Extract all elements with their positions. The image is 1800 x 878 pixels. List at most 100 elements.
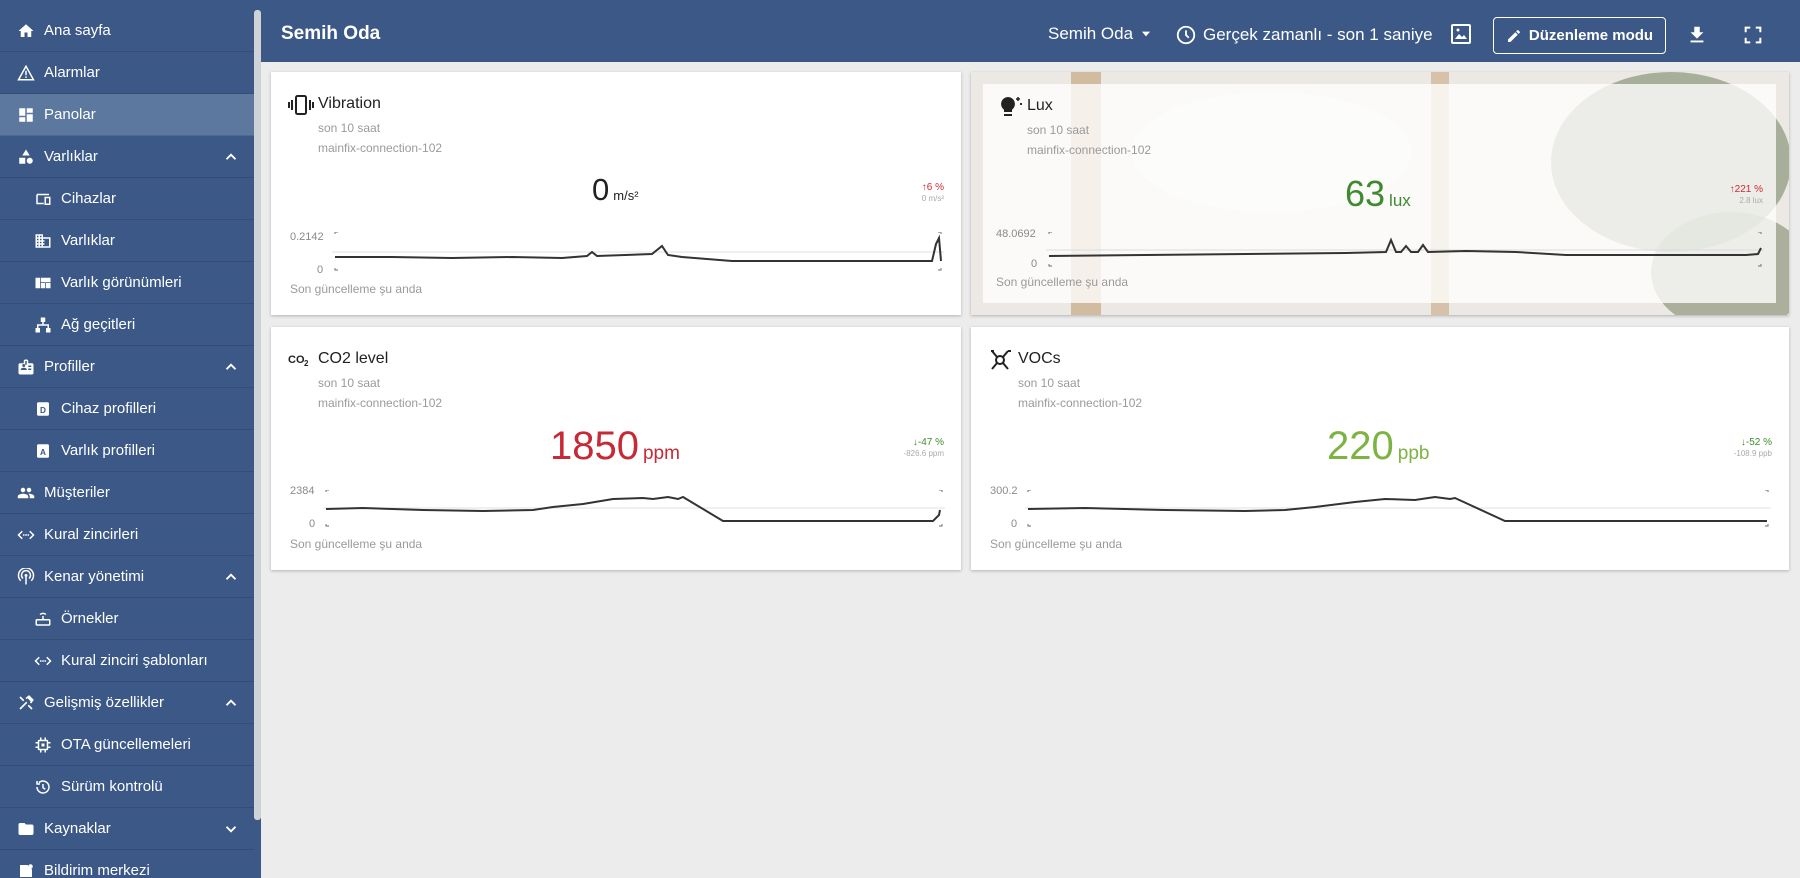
widget-value: 220 ppb: [1327, 424, 1429, 469]
chevron-up-icon[interactable]: [222, 694, 240, 712]
asset-profile-icon: A: [34, 442, 52, 460]
widget-device: mainfix-connection-102: [318, 396, 443, 410]
delta-percent: ↓-47 %: [904, 437, 944, 448]
value-number: 1850: [550, 424, 639, 468]
notification-icon: [17, 862, 35, 878]
sidebar-item-label: Varlık profilleri: [61, 442, 155, 459]
widget-co2[interactable]: CO 2 CO2 level son 10 saat mainfix-connec…: [271, 327, 961, 570]
sidebar-item-rule-chain-templates[interactable]: Kural zinciri şablonları: [0, 640, 254, 682]
sidebar-item-label: Ana sayfa: [44, 22, 111, 39]
router-icon: [34, 610, 52, 628]
sidebar-item-profiles[interactable]: Profiller: [0, 346, 254, 388]
sidebar-item-label: Bildirim merkezi: [44, 862, 150, 878]
chart-y-max: 48.0692: [996, 228, 1036, 240]
sidebar-item-home[interactable]: Ana sayfa: [0, 10, 254, 52]
history-icon: [34, 778, 52, 796]
widget-device: mainfix-connection-102: [318, 141, 443, 155]
widget-delta: ↑221 % 2.8 lux: [1730, 184, 1763, 206]
download-icon[interactable]: [1686, 24, 1708, 46]
dropdown-arrow-icon: [1141, 31, 1151, 37]
sidebar-item-asset-profiles[interactable]: A Varlık profilleri: [0, 430, 254, 472]
code-arrows-icon: [34, 652, 52, 670]
domain-icon: [34, 232, 52, 250]
value-unit: lux: [1389, 191, 1411, 210]
widget-vibration[interactable]: Vibration son 10 saat mainfix-connection…: [271, 72, 961, 315]
badge-icon: [17, 358, 35, 376]
sidebar-item-advanced-features[interactable]: Gelişmiş özellikler: [0, 682, 254, 724]
page-title: Semih Oda: [281, 23, 381, 44]
sidebar-item-asset-views[interactable]: Varlık görünümleri: [0, 262, 254, 304]
sidebar-item-ota-updates[interactable]: OTA güncellemeleri: [0, 724, 254, 766]
sidebar-item-label: Varlık görünümleri: [61, 274, 182, 291]
sidebar-item-label: Cihazlar: [61, 190, 117, 207]
value-number: 63: [1345, 173, 1386, 214]
construction-icon: [17, 694, 35, 712]
edit-mode-button[interactable]: Düzenleme modu: [1493, 17, 1666, 54]
sidebar-item-dashboards[interactable]: Panolar: [0, 94, 254, 136]
sidebar-item-instances[interactable]: Örnekler: [0, 598, 254, 640]
delta-absolute: -826.6 ppm: [903, 449, 944, 458]
sparkline-chart: [323, 490, 945, 527]
chevron-up-icon[interactable]: [222, 148, 240, 166]
sidebar-item-label: Örnekler: [61, 610, 119, 627]
chart-y-min: 0: [1011, 518, 1018, 530]
vocs-molecule-icon: [991, 350, 1011, 370]
sidebar-item-rule-chains[interactable]: Kural zincirleri: [0, 514, 254, 556]
sidebar-item-devices[interactable]: Cihazlar: [0, 178, 254, 220]
sidebar-item-label: Varlıklar: [61, 232, 115, 249]
svg-text:D: D: [40, 405, 46, 414]
value-unit: ppb: [1397, 443, 1430, 464]
folder-icon: [17, 820, 35, 838]
sidebar-item-resources[interactable]: Kaynaklar: [0, 808, 254, 850]
state-select-value: Semih Oda: [1048, 24, 1134, 43]
sidebar-item-alarms[interactable]: Alarmlar: [0, 52, 254, 94]
dashboard-image-icon[interactable]: [1449, 22, 1473, 46]
delta-percent-value: 6 %: [926, 182, 944, 193]
people-icon: [17, 484, 35, 502]
sidebar-item-entities[interactable]: Varlıklar: [0, 136, 254, 178]
sidebar-item-device-profiles[interactable]: D Cihaz profilleri: [0, 388, 254, 430]
sidebar-item-notification-center[interactable]: Bildirim merkezi: [0, 850, 254, 878]
sidebar-item-edge-management[interactable]: Kenar yönetimi: [0, 556, 254, 598]
widget-delta: ↓-47 % -826.6 ppm: [904, 437, 944, 459]
sidebar-item-version-control[interactable]: Sürüm kontrolü: [0, 766, 254, 808]
value-number: 220: [1327, 424, 1394, 468]
sidebar-item-customers[interactable]: Müşteriler: [0, 472, 254, 514]
widget-subtitle: son 10 saat: [318, 376, 381, 390]
sidebar-item-label: Kural zincirleri: [44, 526, 139, 543]
widget-value: 1850 ppm: [550, 424, 680, 469]
fullscreen-icon[interactable]: [1742, 24, 1764, 46]
sidebar-item-label: Gelişmiş özellikler: [44, 694, 165, 711]
chevron-up-icon[interactable]: [222, 358, 240, 376]
svg-text:A: A: [40, 447, 46, 456]
widget-device: mainfix-connection-102: [1018, 396, 1143, 410]
chevron-up-icon[interactable]: [222, 568, 240, 586]
last-update: Son güncelleme şu anda: [290, 537, 423, 551]
widget-subtitle: son 10 saat: [1027, 123, 1090, 137]
sidebar-item-label: Alarmlar: [44, 64, 100, 81]
dashboard-state-select[interactable]: Semih Oda: [1048, 24, 1153, 44]
sidebar-item-label: Panolar: [44, 106, 96, 123]
delta-percent: ↑6 %: [922, 182, 944, 193]
value-unit: ppm: [642, 443, 680, 464]
sidebar-item-label: OTA güncellemeleri: [61, 736, 191, 753]
last-update: Son güncelleme şu anda: [290, 282, 423, 296]
sidebar-item-label: Müşteriler: [44, 484, 110, 501]
chevron-down-icon[interactable]: [222, 820, 240, 838]
sparkline-chart: [332, 232, 944, 271]
widget-vocs[interactable]: VOCs son 10 saat mainfix-connection-102 …: [971, 327, 1789, 570]
widget-lux[interactable]: Lux son 10 saat mainfix-connection-102 6…: [971, 72, 1789, 315]
sidebar-item-assets[interactable]: Varlıklar: [0, 220, 254, 262]
clock-icon: [1176, 25, 1196, 45]
timewindow-button[interactable]: Gerçek zamanlı - son 1 saniye: [1175, 24, 1433, 46]
value-number: 0: [592, 172, 610, 207]
sidebar-scrollbar[interactable]: [254, 10, 261, 820]
sidebar-item-label: Ağ geçitleri: [61, 316, 136, 333]
svg-text:2: 2: [304, 359, 309, 368]
dashboard-toolbar: Semih Oda Semih Oda Gerçek zamanlı - son…: [261, 0, 1800, 62]
pencil-icon: [1507, 29, 1520, 42]
shapes-icon: [17, 148, 35, 166]
sidebar-item-gateways[interactable]: Ağ geçitleri: [0, 304, 254, 346]
device-profile-icon: D: [34, 400, 52, 418]
memory-icon: [34, 736, 52, 754]
